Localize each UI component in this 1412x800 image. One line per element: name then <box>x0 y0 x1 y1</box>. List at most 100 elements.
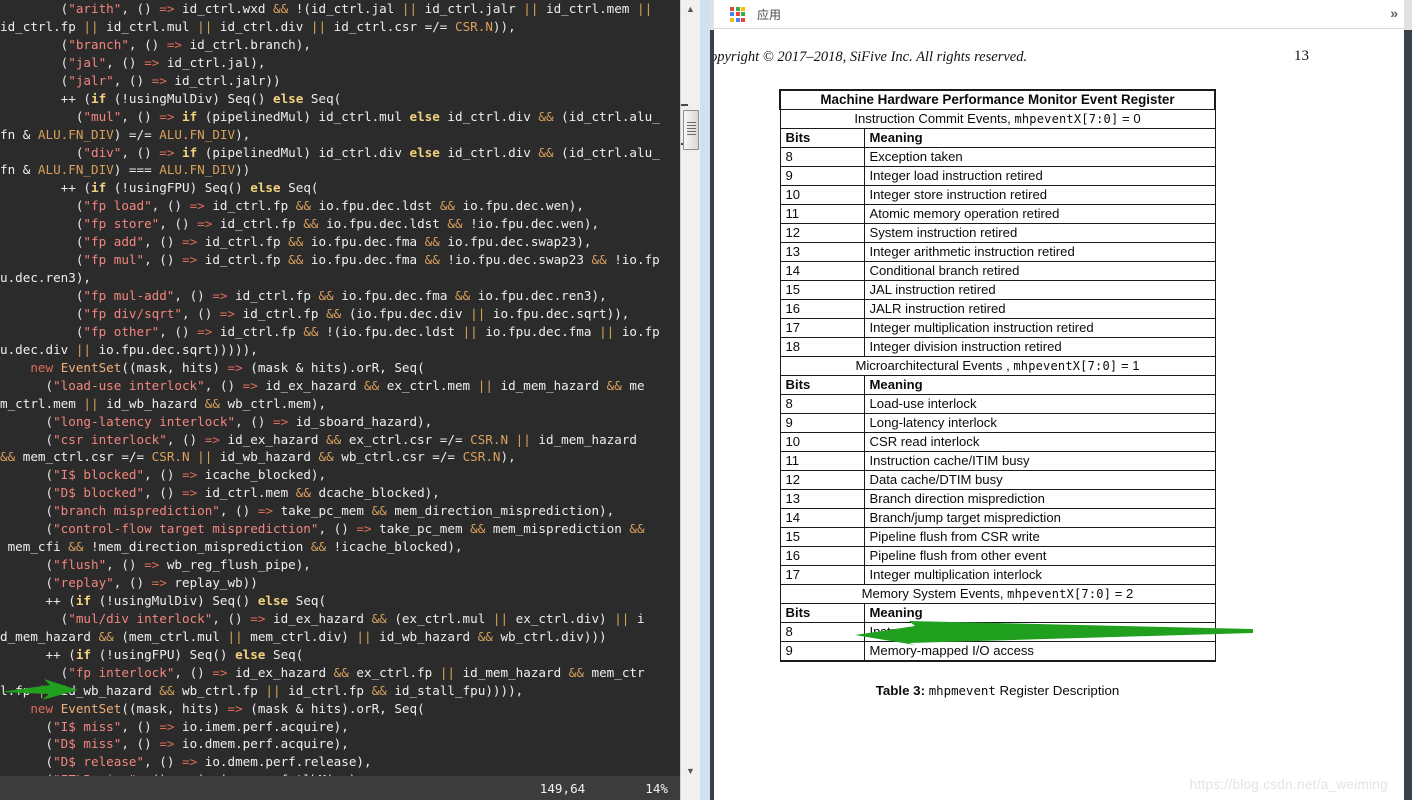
section-label: Memory System Events, <box>861 586 1008 601</box>
cell-meaning: Integer load instruction retired <box>863 166 1216 186</box>
cell-bits: 9 <box>779 641 865 662</box>
cell-bits: 8 <box>779 147 865 167</box>
apps-icon-dot <box>730 17 734 22</box>
section-header-cell: Memory System Events, mhpeventX[7:0] = 2 <box>779 584 1216 604</box>
pdf-page-canvas[interactable]: opyright © 2017–2018, SiFive Inc. All ri… <box>714 30 1408 800</box>
caption-label: Table 3: <box>875 683 925 698</box>
code-text-area[interactable]: ("arith", () => id_ctrl.wxd && !(id_ctrl… <box>0 0 680 800</box>
cell-meaning: Load-use interlock <box>863 394 1216 414</box>
cell-meaning: Integer arithmetic instruction retired <box>863 242 1216 262</box>
code-line: ("D$ release", () => io.dmem.perf.releas… <box>0 754 372 770</box>
table-row: 16 JALR instruction retired <box>779 299 1216 319</box>
column-header-bits: Bits <box>779 128 865 148</box>
apps-icon-dot <box>741 17 745 22</box>
table-row: 15 JAL instruction retired <box>779 280 1216 300</box>
editor-scrollbar-thumb[interactable] <box>683 110 699 150</box>
bookmarks-overflow-icon[interactable]: » <box>1390 5 1398 21</box>
table-row: 8 Load-use interlock <box>779 394 1216 414</box>
apps-icon-dot <box>730 12 734 16</box>
table-row: 13 Integer arithmetic instruction retired <box>779 242 1216 262</box>
browser-vertical-scrollbar[interactable] <box>1404 30 1412 800</box>
cell-meaning: Branch/jump target misprediction <box>863 508 1216 528</box>
cell-meaning: Data cache/DTIM busy <box>863 470 1216 490</box>
code-line: id_ctrl.fp || id_ctrl.mul || id_ctrl.div… <box>0 18 516 34</box>
cursor-position: 149,64 <box>539 780 586 796</box>
cell-bits: 11 <box>779 451 865 471</box>
caption-suffix: Register Description <box>999 683 1120 698</box>
cell-meaning: Pipeline flush from other event <box>863 546 1216 566</box>
column-header-bits: Bits <box>779 603 865 623</box>
cell-meaning: Branch direction misprediction <box>863 489 1216 509</box>
code-line: ("fp other", () => id_ctrl.fp && !(io.fp… <box>0 323 660 339</box>
green-annotation-arrow-pdf <box>855 621 1253 645</box>
table-row: Memory System Events, mhpeventX[7:0] = 2 <box>779 584 1216 604</box>
code-line: ++ (if (!usingMulDiv) Seq() else Seq( <box>0 592 327 608</box>
code-line: ("arith", () => id_ctrl.wxd && !(id_ctrl… <box>0 1 653 16</box>
apps-icon-dot <box>735 17 740 22</box>
section-value: = 2 <box>1111 586 1134 601</box>
table-row: 18 Integer division instruction retired <box>779 337 1216 357</box>
cell-bits: 8 <box>779 394 865 414</box>
cell-bits: 10 <box>779 185 865 205</box>
code-line: ++ (if (!usingFPU) Seq() else Seq( <box>0 180 319 196</box>
table-row: Bits Meaning <box>779 375 1216 395</box>
browser-pane: 应用 » opyright © 2017–2018, SiFive Inc. A… <box>714 0 1412 800</box>
cell-meaning: Integer multiplication instruction retir… <box>863 318 1216 338</box>
apps-bookmark-label[interactable]: 应用 <box>757 6 781 23</box>
code-line: ("D$ miss", () => io.dmem.perf.acquire), <box>0 736 349 752</box>
section-header-cell: Microarchitectural Events , mhpeventX[7:… <box>779 356 1216 376</box>
code-line: ("div", () => if (pipelinedMul) id_ctrl.… <box>0 144 660 160</box>
table-row: 12 System instruction retired <box>779 223 1216 243</box>
cell-meaning: JALR instruction retired <box>863 299 1216 319</box>
table-row: Instruction Commit Events, mhpeventX[7:0… <box>779 109 1216 129</box>
cell-meaning: Pipeline flush from CSR write <box>863 527 1216 547</box>
code-line: ("fp mul", () => id_ctrl.fp && io.fpu.de… <box>0 252 660 268</box>
cell-bits: 14 <box>779 508 865 528</box>
cell-bits: 8 <box>779 622 865 642</box>
section-register-mono: mhpeventX[7:0] <box>1013 359 1118 373</box>
cell-meaning: JAL instruction retired <box>863 280 1216 300</box>
code-line: ("replay", () => replay_wb)) <box>0 575 258 590</box>
cell-bits: 10 <box>779 432 865 452</box>
code-editor-pane[interactable]: ("arith", () => id_ctrl.wxd && !(id_ctrl… <box>0 0 680 800</box>
editor-vertical-scrollbar[interactable]: ▲ ▼ <box>680 0 700 800</box>
table-row: 11 Atomic memory operation retired <box>779 204 1216 224</box>
code-line: ("jalr", () => id_ctrl.jalr)) <box>0 72 281 88</box>
code-line: ("jal", () => id_ctrl.jal), <box>0 54 266 70</box>
editor-status-bar: 149,64 14% <box>0 776 680 800</box>
code-line: ++ (if (!usingFPU) Seq() else Seq( <box>0 646 304 662</box>
cell-bits: 16 <box>779 299 865 319</box>
table-row: 9 Integer load instruction retired <box>779 166 1216 186</box>
table-caption: Table 3: mhpmevent Register Description <box>779 683 1216 698</box>
apps-grid-icon[interactable] <box>730 6 745 22</box>
table-row: 15 Pipeline flush from CSR write <box>779 527 1216 547</box>
scroll-down-arrow-icon[interactable]: ▼ <box>681 762 700 780</box>
pane-gap-strip <box>700 0 710 800</box>
table-row: 14 Conditional branch retired <box>779 261 1216 281</box>
code-line: && mem_ctrl.csr =/= CSR.N || id_wb_hazar… <box>0 449 516 465</box>
bookmarks-bar[interactable]: 应用 » <box>714 0 1412 29</box>
column-header-meaning: Meaning <box>863 375 1216 395</box>
table-row: Microarchitectural Events , mhpeventX[7:… <box>779 356 1216 376</box>
table-row: 12 Data cache/DTIM busy <box>779 470 1216 490</box>
code-line: new EventSet((mask, hits) => (mask & hit… <box>30 700 425 716</box>
section-register-mono: mhpeventX[7:0] <box>1014 112 1119 126</box>
cell-bits: 15 <box>779 280 865 300</box>
code-line: ("branch misprediction", () => take_pc_m… <box>0 503 615 519</box>
cell-bits: 14 <box>779 261 865 281</box>
apps-icon-dot <box>741 6 745 11</box>
cell-meaning: Long-latency interlock <box>863 413 1216 433</box>
section-header-cell: Instruction Commit Events, mhpeventX[7:0… <box>779 109 1216 129</box>
cell-meaning: Instruction cache/ITIM busy <box>863 451 1216 471</box>
code-line: ("flush", () => wb_reg_flush_pipe), <box>0 557 311 573</box>
code-line: new EventSet((mask, hits) => (mask & hit… <box>30 359 425 375</box>
cell-bits: 9 <box>779 166 865 186</box>
apps-icon-dot <box>730 6 734 11</box>
section-label: Instruction Commit Events, <box>854 111 1015 126</box>
table-row: 17 Integer multiplication instruction ret… <box>779 318 1216 338</box>
scroll-up-arrow-icon[interactable]: ▲ <box>681 0 700 18</box>
table-row: 13 Branch direction misprediction <box>779 489 1216 509</box>
cell-bits: 18 <box>779 337 865 357</box>
code-line: l.fp || id_wb_hazard && wb_ctrl.fp || id… <box>0 682 524 698</box>
cell-bits: 12 <box>779 223 865 243</box>
